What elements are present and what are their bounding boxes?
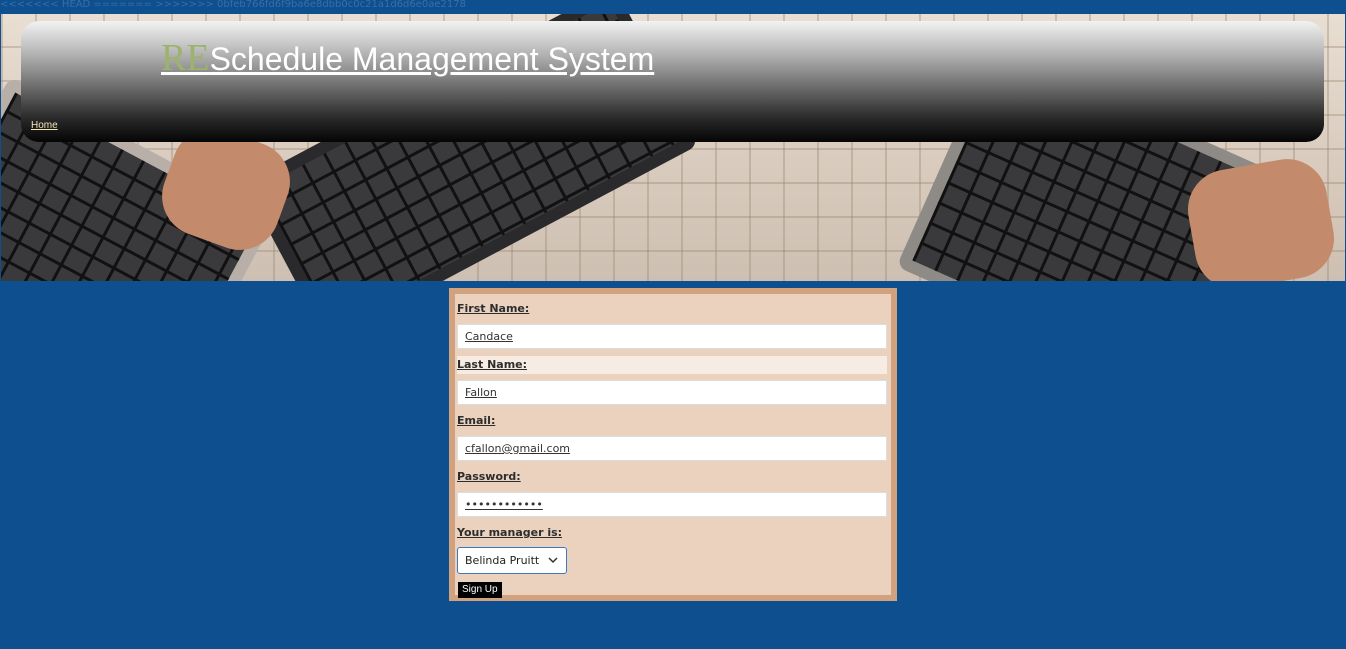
site-title-text: Schedule Management System — [209, 41, 655, 77]
email-field[interactable]: cfallon@gmail.com — [457, 436, 887, 461]
email-label: Email: — [457, 414, 496, 427]
manager-selected-value: Belinda Pruitt — [465, 554, 540, 567]
last-name-value: Fallon — [465, 386, 497, 399]
email-value: cfallon@gmail.com — [465, 442, 571, 455]
signup-form-panel: First Name: Candace Last Name: Fallon Em… — [449, 288, 897, 601]
last-name-field[interactable]: Fallon — [457, 380, 887, 405]
site-title: RESchedule Management System — [161, 36, 654, 82]
signup-form: First Name: Candace Last Name: Fallon Em… — [455, 294, 891, 598]
manager-select[interactable]: Belinda Pruitt — [457, 547, 567, 574]
manager-label: Your manager is: — [457, 526, 563, 539]
password-field[interactable]: •••••••••••• — [457, 492, 887, 517]
last-name-label: Last Name: — [457, 356, 887, 374]
merge-conflict-marker: <<<<<<< HEAD ======= >>>>>>> 0bfeb766fd6… — [0, 0, 466, 10]
first-name-value: Candace — [465, 330, 513, 343]
first-name-label: First Name: — [457, 302, 530, 315]
sign-up-button[interactable]: Sign Up — [458, 582, 502, 598]
password-value: •••••••••••• — [465, 498, 543, 511]
site-title-prefix: RE — [161, 37, 210, 79]
chevron-down-icon — [548, 548, 558, 582]
nav-home-link[interactable]: Home — [31, 120, 58, 131]
password-label: Password: — [457, 470, 521, 483]
first-name-field[interactable]: Candace — [457, 324, 887, 349]
